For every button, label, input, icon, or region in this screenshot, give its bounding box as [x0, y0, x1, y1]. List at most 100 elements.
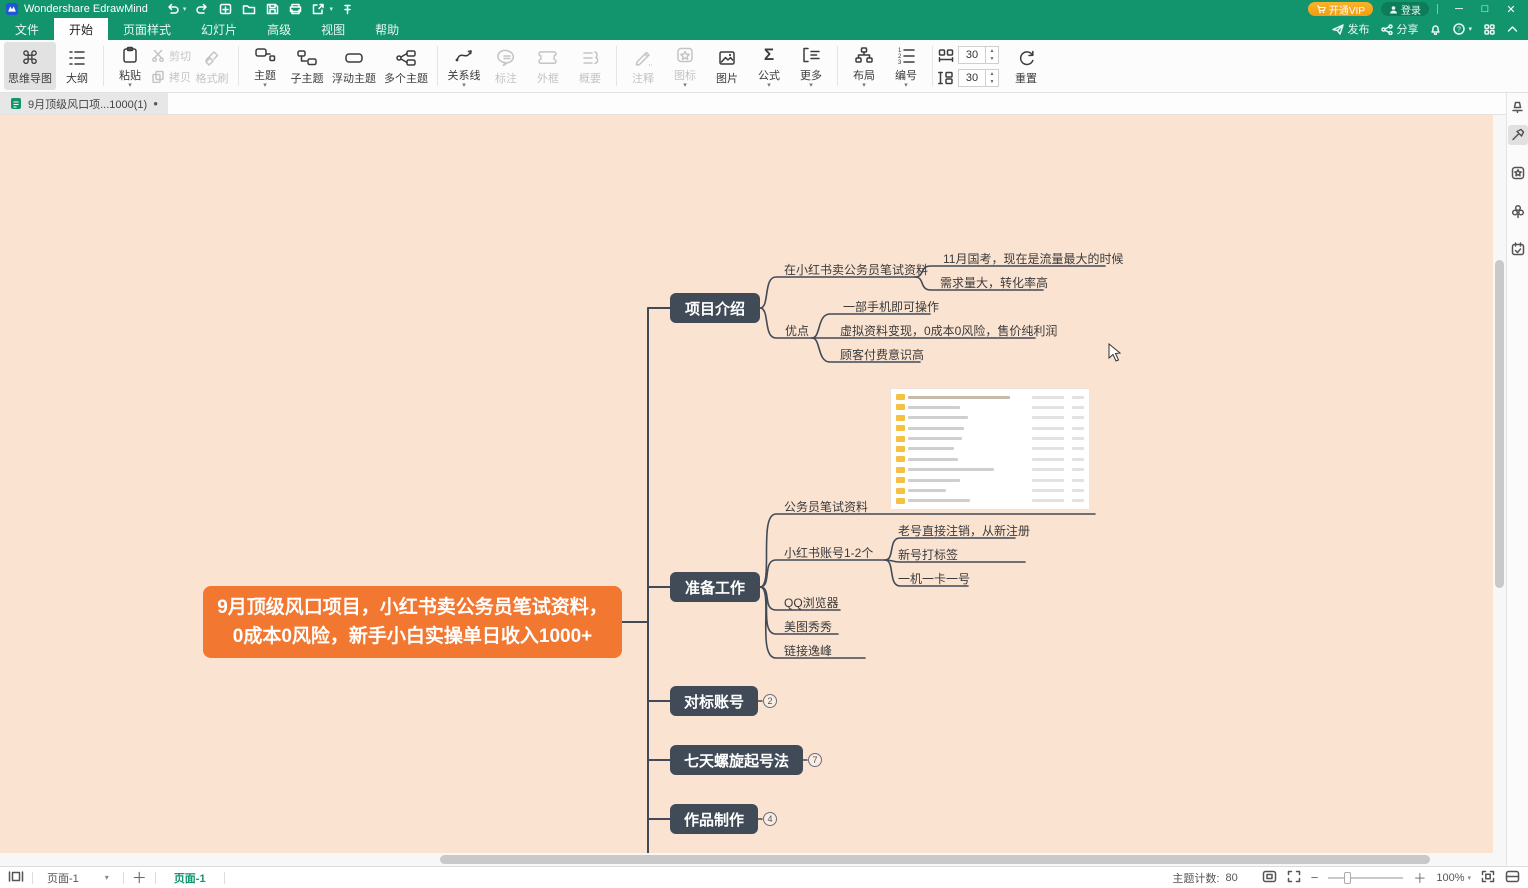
vip-button[interactable]: 开通VIP — [1308, 2, 1373, 16]
leaf-sell-materials[interactable]: 在小红书卖公务员笔试资料 — [784, 261, 928, 278]
clipart-panel-icon[interactable] — [1508, 201, 1528, 221]
add-page-button[interactable]: ＋ — [132, 867, 147, 888]
leaf-new-account-tag[interactable]: 新号打标签 — [898, 546, 958, 563]
leaf-xhs-accounts[interactable]: 小红书账号1-2个 — [784, 544, 873, 561]
open-file-button[interactable] — [242, 3, 256, 15]
format-painter-button[interactable]: 格式刷 — [191, 42, 233, 90]
save-button[interactable] — [266, 3, 279, 15]
comment-button[interactable]: 注释 — [622, 42, 664, 90]
relationship-button[interactable]: 关系线 ▾ — [443, 42, 485, 90]
leaf-willing-pay[interactable]: 顾客付费意识高 — [840, 346, 924, 363]
undo-button[interactable] — [166, 3, 179, 15]
subtopic-button[interactable]: 子主题 — [286, 42, 328, 90]
formula-button[interactable]: Σ 公式 ▾ — [748, 42, 790, 90]
cut-button[interactable]: 剪切 — [151, 47, 191, 65]
topic-project-intro[interactable]: 项目介绍 — [670, 293, 760, 323]
topic-button[interactable]: 主题 ▾ — [244, 42, 286, 90]
pages-view-icon[interactable] — [8, 870, 24, 886]
copy-button[interactable]: 拷贝 — [151, 68, 191, 86]
page-tab[interactable]: 页面-1 — [164, 870, 216, 886]
leaf-meitu[interactable]: 美图秀秀 — [784, 618, 832, 635]
collapsed-count-badge[interactable]: 4 — [763, 812, 777, 826]
layout-button[interactable]: 布局 ▾ — [843, 42, 885, 90]
new-document-button[interactable] — [219, 3, 232, 15]
multiple-topics-button[interactable]: 多个主题 — [380, 42, 432, 90]
picture-button[interactable]: 图片 — [706, 42, 748, 90]
help-icon[interactable]: ? ▾ — [1453, 23, 1472, 35]
zoom-level-dropdown[interactable]: 100% ▾ — [1436, 872, 1471, 884]
leaf-link-tool[interactable]: 链接逸峰 — [784, 642, 832, 659]
close-button[interactable]: ✕ — [1498, 0, 1524, 18]
menu-page-style[interactable]: 页面样式 — [108, 18, 186, 40]
numbering-button[interactable]: 123 编号 ▾ — [885, 42, 927, 90]
menu-slideshow[interactable]: 幻灯片 — [186, 18, 252, 40]
leaf-nov-exam[interactable]: 11月国考，现在是流量最大的时候 — [943, 250, 1123, 267]
icon-panel-icon[interactable] — [1508, 163, 1528, 183]
fit-window-icon[interactable] — [1481, 870, 1495, 886]
leaf-qq-browser[interactable]: QQ浏览器 — [784, 594, 839, 611]
menu-home[interactable]: 开始 — [54, 18, 108, 40]
topic-preparation[interactable]: 准备工作 — [670, 572, 760, 602]
task-panel-icon[interactable] — [1508, 239, 1528, 259]
menu-advanced[interactable]: 高级 — [252, 18, 306, 40]
leaf-advantages[interactable]: 优点 — [785, 322, 809, 339]
export-button[interactable] — [312, 3, 325, 15]
leaf-one-phone[interactable]: 一部手机即可操作 — [843, 298, 939, 315]
fit-page-icon[interactable] — [1262, 870, 1277, 886]
apps-grid-icon[interactable] — [1484, 24, 1495, 35]
undo-dropdown-caret[interactable]: ▾ — [183, 5, 187, 13]
collapsed-count-badge[interactable]: 7 — [808, 753, 822, 767]
collapsed-count-badge[interactable]: 2 — [763, 694, 777, 708]
page-select-dropdown[interactable]: 页面-1 ▾ — [41, 870, 115, 886]
mindmap-mode-button[interactable]: ⌘ 思维导图 — [4, 42, 56, 90]
share-button[interactable]: 分享 — [1381, 21, 1418, 37]
pin-toolbar-icon[interactable] — [343, 4, 352, 15]
topic-seven-day[interactable]: 七天螺旋起号法 — [670, 745, 803, 775]
redo-button[interactable] — [196, 3, 209, 15]
zoom-slider[interactable] — [1328, 877, 1403, 879]
leaf-high-demand[interactable]: 需求量大，转化率高 — [940, 274, 1048, 291]
topic-benchmark[interactable]: 对标账号 — [670, 686, 758, 716]
horizontal-scrollbar-thumb[interactable] — [440, 855, 1430, 864]
vertical-scrollbar-thumb[interactable] — [1495, 260, 1504, 588]
print-button[interactable] — [289, 3, 302, 15]
summary-button[interactable]: 概要 — [569, 42, 611, 90]
horizontal-spacing-stepper[interactable]: 30 ▲▼ — [958, 46, 999, 64]
topic-production[interactable]: 作品制作 — [670, 804, 758, 834]
notification-bell-icon[interactable] — [1430, 23, 1441, 35]
vertical-spacing-stepper[interactable]: 30 ▲▼ — [958, 69, 999, 87]
floating-topic-button[interactable]: 浮动主题 — [328, 42, 380, 90]
collapse-ribbon-icon[interactable] — [1507, 25, 1518, 33]
menu-file[interactable]: 文件 — [0, 18, 54, 40]
paste-button[interactable]: 粘贴 ▾ — [109, 42, 151, 90]
document-tab[interactable]: 9月顶级风口项...1000(1) ● — [0, 93, 168, 114]
central-topic[interactable]: 9月顶级风口项目，小红书卖公务员笔试资料， 0成本0风险，新手小白实操单日收入1… — [203, 586, 622, 658]
maximize-button[interactable]: □ — [1472, 0, 1498, 18]
leaf-virtual-goods[interactable]: 虚拟资料变现，0成本0风险，售价纯利润 — [840, 322, 1057, 339]
menu-bar: 文件 开始 页面样式 幻灯片 高级 视图 帮助 发布 分享 ? ▾ — [0, 18, 1528, 40]
zoom-slider-thumb[interactable] — [1344, 872, 1351, 884]
zoom-in-button[interactable]: ＋ — [1413, 868, 1426, 887]
attached-image[interactable] — [890, 388, 1090, 510]
publish-button[interactable]: 发布 — [1332, 21, 1369, 37]
split-view-icon[interactable] — [1505, 870, 1520, 886]
zoom-out-button[interactable]: − — [1311, 870, 1319, 885]
leaf-exam-materials[interactable]: 公务员笔试资料 — [784, 498, 868, 515]
outline-mode-button[interactable]: 大纲 — [56, 42, 98, 90]
menu-view[interactable]: 视图 — [306, 18, 360, 40]
icon-library-button[interactable]: 图标 ▾ — [664, 42, 706, 90]
frame-button[interactable]: 外框 — [527, 42, 569, 90]
fullscreen-icon[interactable] — [1287, 870, 1301, 886]
export-dropdown-caret[interactable]: ▾ — [329, 5, 333, 13]
login-button[interactable]: 登录 — [1381, 2, 1429, 16]
style-brush-icon[interactable] — [1508, 125, 1528, 145]
leaf-old-account[interactable]: 老号直接注销，从新注册 — [898, 522, 1030, 539]
callout-button[interactable]: 标注 — [485, 42, 527, 90]
mindmap-canvas[interactable]: 9月顶级风口项目，小红书卖公务员笔试资料， 0成本0风险，新手小白实操单日收入1… — [0, 115, 1506, 866]
minimize-button[interactable]: ─ — [1446, 0, 1472, 18]
menu-help[interactable]: 帮助 — [360, 18, 414, 40]
reset-button[interactable]: 重置 — [1005, 42, 1047, 90]
more-button[interactable]: 更多 ▾ — [790, 42, 832, 90]
pin-panel-icon[interactable] — [1508, 97, 1528, 117]
leaf-one-device[interactable]: 一机一卡一号 — [898, 570, 970, 587]
